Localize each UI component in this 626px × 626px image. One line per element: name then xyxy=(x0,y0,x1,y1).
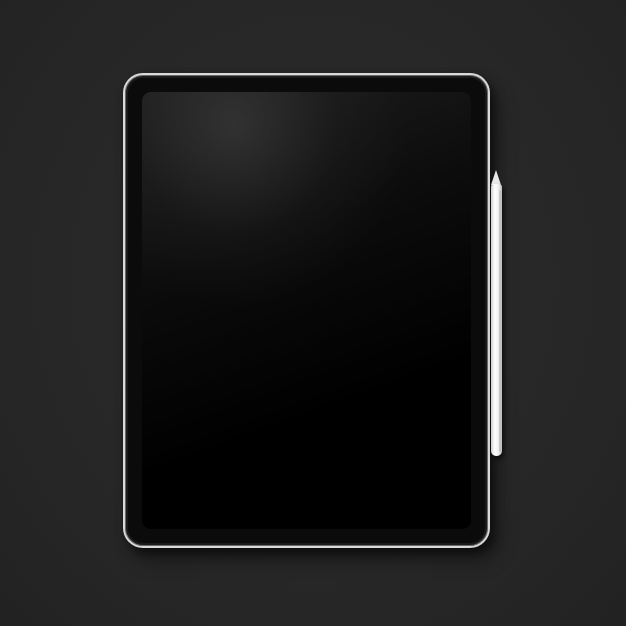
stylus-pencil xyxy=(490,170,504,457)
tablet-bezel xyxy=(128,78,485,543)
tablet-screen xyxy=(142,92,471,529)
scene-background xyxy=(0,0,626,626)
tablet-device xyxy=(123,73,490,548)
stylus-flat-edge xyxy=(499,190,501,452)
stylus-tip xyxy=(491,170,501,185)
